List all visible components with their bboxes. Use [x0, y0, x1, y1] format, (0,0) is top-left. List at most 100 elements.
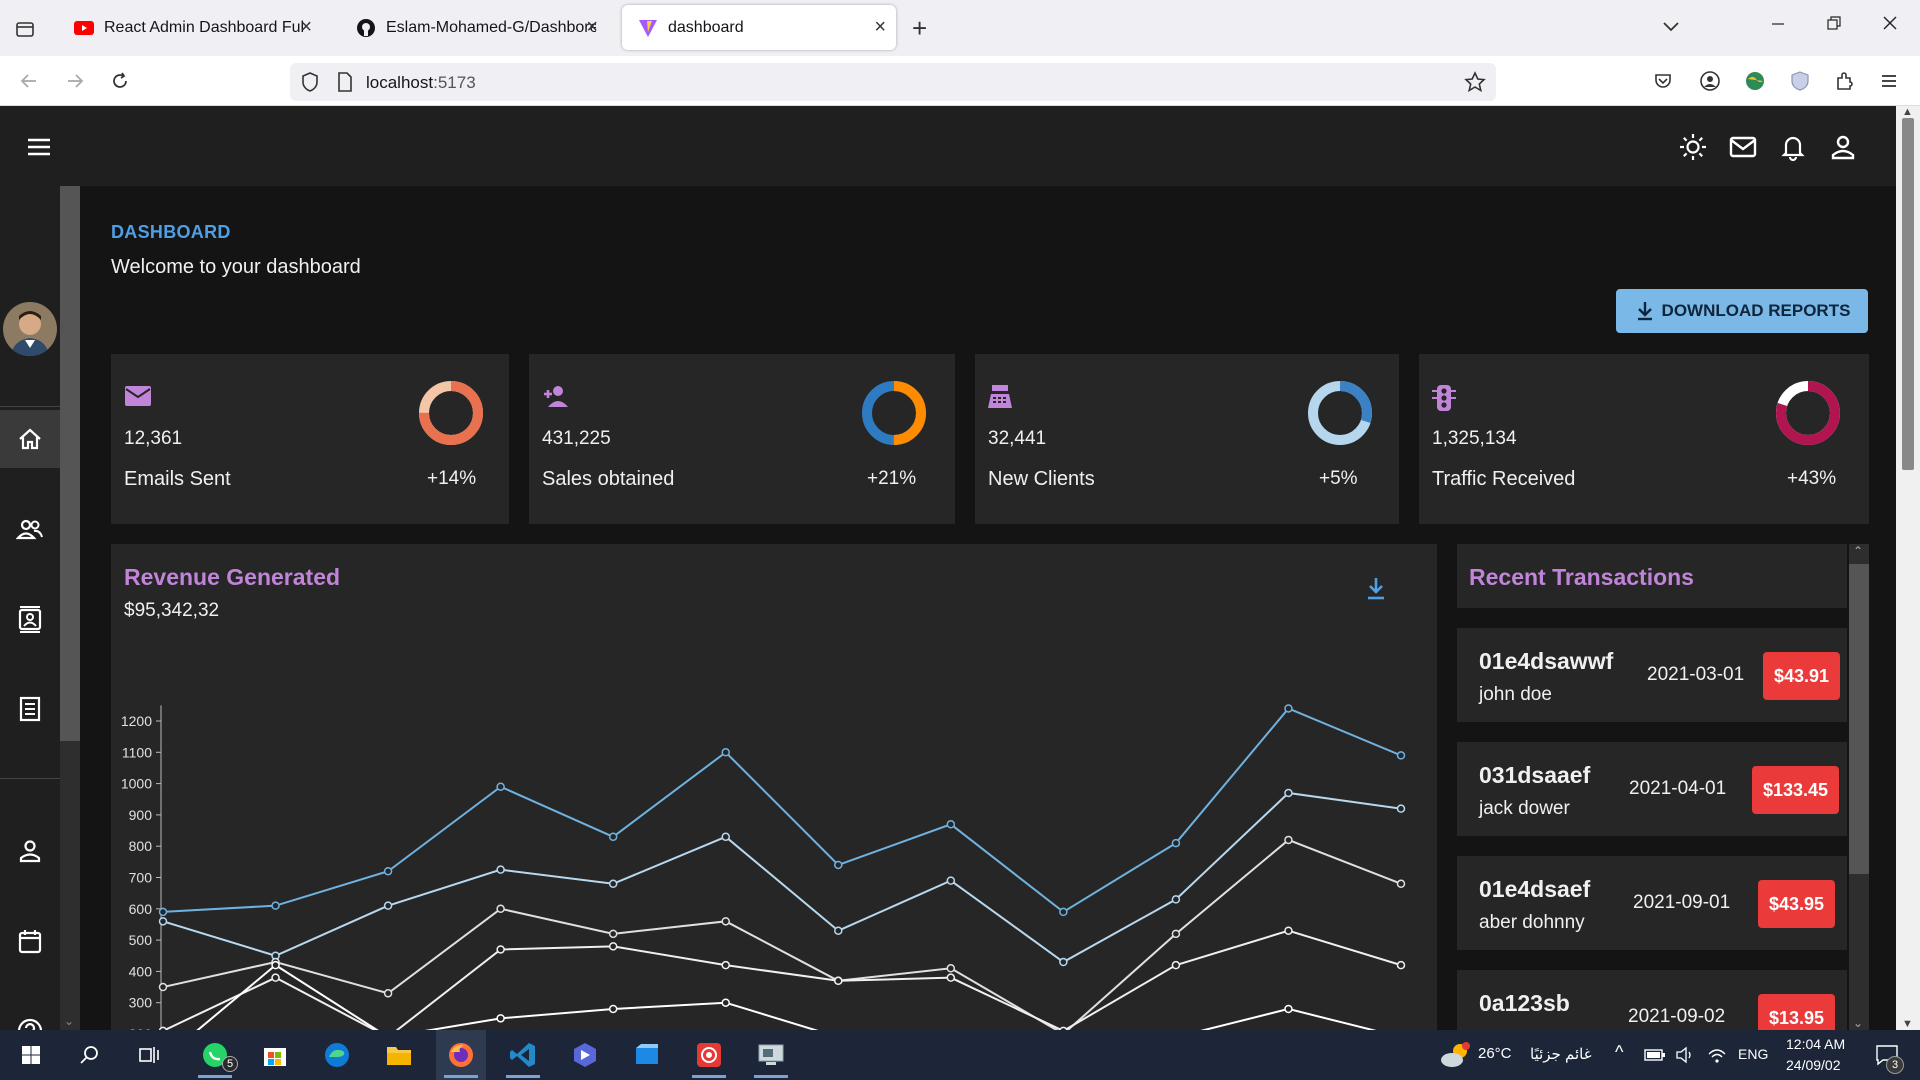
url-bar[interactable]: localhost:5173	[290, 63, 1496, 101]
chevron-up-icon[interactable]: ^	[1615, 1042, 1623, 1063]
pocket-icon[interactable]	[1650, 68, 1676, 94]
sidebar-item-faq[interactable]	[0, 1002, 60, 1030]
remote-desktop-icon[interactable]	[746, 1030, 796, 1080]
data-point	[158, 982, 168, 992]
recent-transactions-panel: Recent Transactions 01e4dsawwf john doe …	[1457, 544, 1869, 1030]
traffic-icon	[1432, 384, 1456, 417]
new-tab-icon[interactable]: +	[912, 14, 927, 42]
y-tick-label: 500	[129, 932, 153, 948]
data-point	[496, 1014, 505, 1023]
back-icon[interactable]	[16, 68, 42, 94]
download-reports-button[interactable]: DOWNLOAD REPORTS	[1616, 289, 1868, 333]
language-indicator[interactable]: ENG	[1738, 1046, 1768, 1062]
whatsapp-icon[interactable]: 5	[190, 1030, 240, 1080]
sidebar-scrollbar-thumb[interactable]	[60, 186, 80, 741]
page-scrollbar-thumb[interactable]	[1902, 118, 1914, 470]
page-scrollbar[interactable]: ▲ ▼	[1896, 106, 1920, 1030]
screen-recorder-icon[interactable]	[684, 1030, 734, 1080]
file-explorer-icon[interactable]	[374, 1030, 424, 1080]
sidebar-item-calendar[interactable]	[0, 912, 60, 970]
browser-tab-dashboard[interactable]: dashboard ×	[622, 5, 896, 50]
browser-tab-github[interactable]: Eslam-Mohamed-G/Dashbored ×	[340, 5, 608, 50]
forward-icon[interactable]	[62, 68, 88, 94]
minimize-icon[interactable]	[1770, 14, 1786, 37]
weather-temperature[interactable]: 26°C	[1478, 1045, 1512, 1062]
transactions-scrollbar[interactable]: ⌃ ⌄	[1849, 544, 1869, 1030]
close-tab-icon[interactable]: ×	[586, 17, 598, 37]
page-info-icon[interactable]	[336, 71, 354, 98]
task-view-icon[interactable]	[124, 1030, 174, 1080]
page-title: DASHBOARD	[111, 222, 231, 242]
firefox-icon[interactable]	[436, 1030, 486, 1080]
stat-label: Emails Sent	[124, 468, 231, 490]
close-tab-icon[interactable]: ×	[874, 17, 886, 37]
globe-extension-icon[interactable]	[1742, 68, 1768, 94]
shield-extension-icon[interactable]	[1787, 68, 1813, 94]
restore-icon[interactable]	[1826, 14, 1842, 37]
series-line-0	[162, 707, 1402, 914]
sidebar-item-team[interactable]	[0, 500, 60, 558]
close-window-icon[interactable]	[1882, 14, 1898, 37]
browser-tab-strip: React Admin Dashboard Full Pr × Eslam-Mo…	[0, 0, 1920, 56]
data-point	[721, 998, 730, 1007]
stat-value: 12,361	[124, 428, 183, 449]
transaction-cost: $43.91	[1763, 652, 1841, 700]
transaction-row: 01e4dsawwf john doe 2021-03-01 $43.91	[1457, 628, 1847, 722]
video-editor-icon[interactable]	[622, 1030, 672, 1080]
scroll-down-icon: ▼	[1902, 1018, 1913, 1030]
sidebar-item-invoices[interactable]	[0, 680, 60, 738]
close-tab-icon[interactable]: ×	[300, 17, 312, 37]
sidebar-item-dashboard[interactable]	[0, 410, 60, 468]
weather-description[interactable]: غائم جزئيًا	[1530, 1045, 1592, 1063]
volume-icon[interactable]	[1670, 1030, 1700, 1080]
account-icon[interactable]	[1697, 68, 1723, 94]
sidebar-scrollbar[interactable]: ⌄	[60, 186, 80, 1030]
notifications-icon[interactable]	[1778, 132, 1808, 162]
transactions-scrollbar-thumb[interactable]	[1849, 564, 1869, 874]
transaction-user: john doe	[1479, 684, 1552, 705]
stat-card-clients: 32,441 New Clients +5%	[975, 354, 1399, 524]
app-menu-icon[interactable]	[1876, 68, 1902, 94]
url-text[interactable]: localhost:5173	[366, 73, 476, 93]
data-point	[158, 917, 168, 926]
edge-icon[interactable]	[312, 1030, 362, 1080]
hamburger-menu-icon[interactable]	[24, 132, 54, 167]
progress-circle	[419, 381, 483, 445]
vscode-icon[interactable]	[498, 1030, 548, 1080]
download-icon[interactable]	[1365, 576, 1387, 607]
data-point	[1171, 960, 1181, 970]
clock-date[interactable]: 24/09/02	[1786, 1057, 1841, 1073]
app-hexagon-icon[interactable]	[560, 1030, 610, 1080]
shield-icon[interactable]	[300, 71, 320, 98]
email-icon	[124, 384, 152, 413]
sidebar-divider	[0, 406, 60, 407]
windows-start-icon[interactable]	[6, 1030, 56, 1080]
microsoft-store-icon[interactable]	[250, 1030, 300, 1080]
data-point	[721, 748, 730, 757]
light-mode-icon[interactable]	[1678, 132, 1708, 162]
home-icon	[19, 428, 41, 450]
data-point	[496, 904, 505, 914]
wifi-icon[interactable]	[1702, 1030, 1732, 1080]
mail-icon[interactable]	[1728, 132, 1758, 162]
chevron-down-icon[interactable]	[1662, 16, 1680, 39]
clock-time[interactable]: 12:04 AM	[1786, 1036, 1845, 1052]
data-point	[721, 832, 730, 842]
reload-icon[interactable]	[107, 68, 133, 94]
bookmark-star-icon[interactable]	[1464, 71, 1486, 98]
search-icon[interactable]	[64, 1030, 114, 1080]
data-point	[1059, 907, 1068, 917]
sidebar-item-profile[interactable]	[0, 822, 60, 880]
battery-icon[interactable]	[1640, 1030, 1670, 1080]
data-point	[1284, 704, 1293, 713]
browser-tab-youtube[interactable]: React Admin Dashboard Full Pr ×	[58, 5, 322, 50]
extensions-icon[interactable]	[1832, 68, 1858, 94]
tab-list-icon[interactable]	[12, 16, 38, 42]
weather-icon[interactable]	[1430, 1030, 1480, 1080]
transactions-title: Recent Transactions	[1469, 564, 1694, 590]
notification-center-icon[interactable]: 3	[1862, 1030, 1912, 1080]
series-line-4	[196, 963, 1377, 1030]
sidebar-item-contacts[interactable]	[0, 590, 60, 648]
person-add-icon	[542, 384, 572, 413]
person-icon[interactable]	[1828, 132, 1858, 162]
